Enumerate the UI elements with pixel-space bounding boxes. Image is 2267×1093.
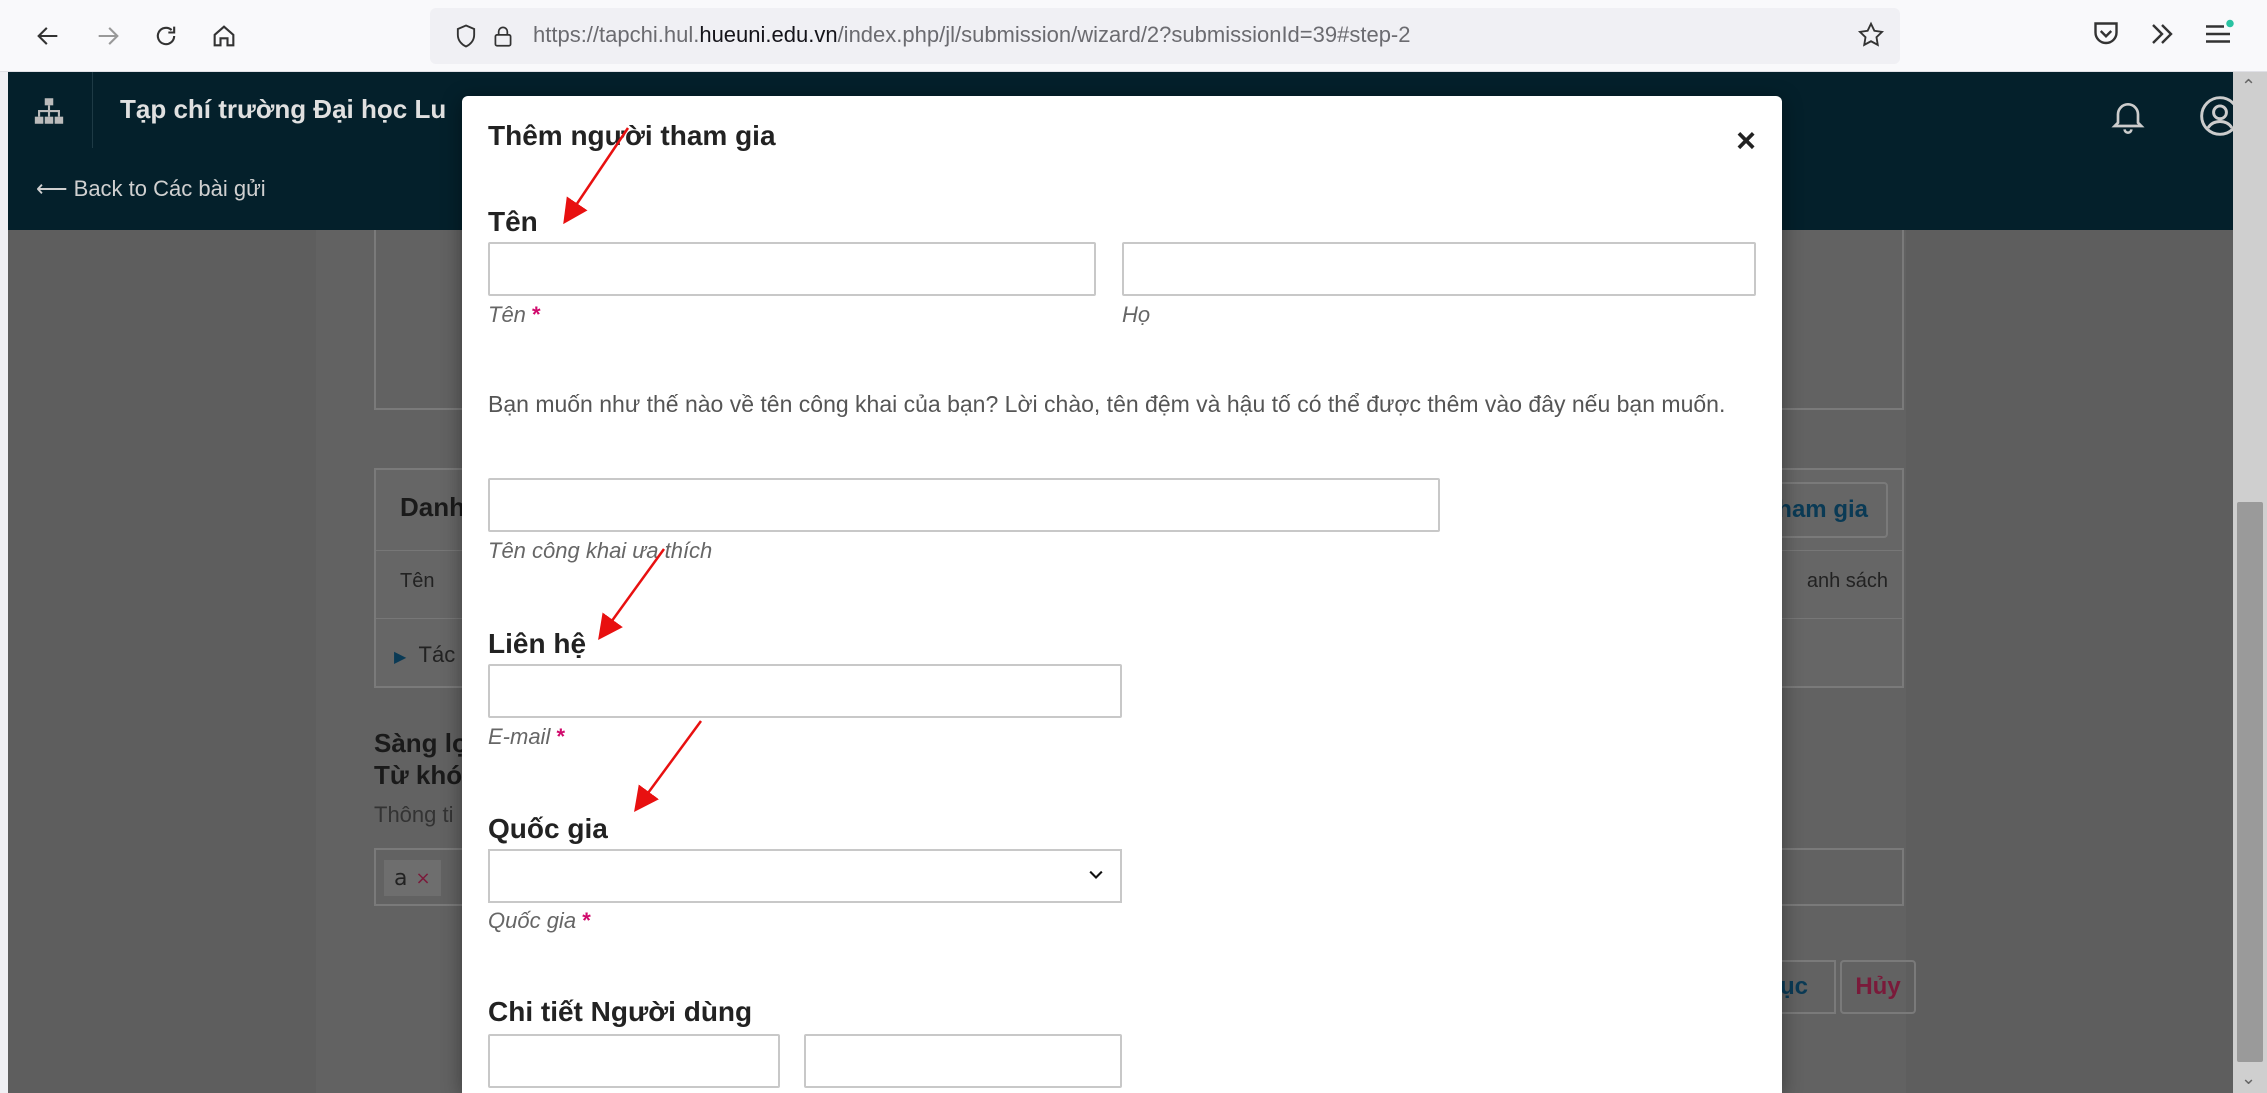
preferred-name-help: Tên công khai ưa thích bbox=[488, 538, 713, 563]
preferred-public-name-input[interactable] bbox=[488, 478, 1440, 532]
reload-icon[interactable] bbox=[146, 16, 186, 56]
url-text: https://tapchi.hul.hueuni.edu.vn/index.p… bbox=[533, 22, 1411, 47]
keyword-tag: a × bbox=[384, 860, 441, 896]
continue-button[interactable]: ục bbox=[1776, 960, 1836, 1014]
family-name-help: Họ bbox=[1122, 302, 1151, 327]
keywords-heading: Từ khó bbox=[374, 760, 463, 790]
header-divider bbox=[92, 72, 93, 148]
scroll-up-icon[interactable]: ⌃ bbox=[2241, 76, 2256, 97]
name-section-label: Tên bbox=[488, 206, 538, 237]
menu-icon[interactable] bbox=[2200, 16, 2236, 52]
journal-title[interactable]: Tạp chí trường Đại học Lu bbox=[120, 94, 446, 125]
user-avatar-icon[interactable] bbox=[2198, 94, 2233, 138]
add-contributor-modal: Thêm người tham gia × Tên Tên * Họ Bạn m… bbox=[462, 96, 1782, 1093]
scroll-thumb[interactable] bbox=[2237, 502, 2263, 1062]
cancel-button[interactable]: Hủy bbox=[1840, 960, 1916, 1014]
user-details-section-label: Chi tiết Người dùng bbox=[488, 996, 753, 1027]
sitemap-icon[interactable] bbox=[32, 94, 66, 128]
caret-right-icon[interactable]: ▶ bbox=[394, 649, 406, 666]
back-arrow-icon[interactable] bbox=[28, 16, 68, 56]
close-icon[interactable]: × bbox=[1736, 124, 1756, 158]
email-input[interactable] bbox=[488, 664, 1122, 718]
chevron-down-icon bbox=[1089, 870, 1103, 879]
home-icon[interactable] bbox=[204, 16, 244, 56]
contributor-row[interactable]: ▶ Tác bbox=[394, 642, 455, 668]
filter-heading: Sàng lọ bbox=[374, 728, 468, 758]
page-scrollbar[interactable]: ⌃ ⌄ bbox=[2233, 72, 2267, 1093]
user-detail-input-1[interactable] bbox=[488, 1034, 780, 1088]
pocket-icon[interactable] bbox=[2088, 16, 2124, 52]
email-help: E-mail * bbox=[488, 724, 566, 749]
given-name-input[interactable] bbox=[488, 242, 1096, 296]
remove-tag-icon[interactable]: × bbox=[415, 868, 430, 889]
user-detail-input-2[interactable] bbox=[804, 1034, 1122, 1088]
bell-icon[interactable] bbox=[2108, 94, 2148, 138]
shield-icon[interactable] bbox=[452, 22, 480, 50]
forward-arrow-icon[interactable] bbox=[88, 16, 128, 56]
modal-title: Thêm người tham gia bbox=[488, 120, 776, 151]
country-section-label: Quốc gia bbox=[488, 813, 608, 844]
lock-icon[interactable] bbox=[490, 22, 516, 50]
country-select[interactable] bbox=[488, 849, 1122, 903]
keywords-info: Thông ti bbox=[374, 802, 454, 827]
column-header-name: Tên bbox=[400, 570, 435, 592]
overflow-chevron-icon[interactable] bbox=[2144, 16, 2180, 52]
given-name-help: Tên * bbox=[488, 302, 541, 327]
browser-toolbar: https://tapchi.hul.hueuni.edu.vn/index.p… bbox=[0, 0, 2267, 72]
back-to-submissions-link[interactable]: ⟵ Back to Các bài gửi bbox=[36, 176, 266, 202]
contact-section-label: Liên hệ bbox=[488, 628, 587, 659]
country-help: Quốc gia * bbox=[488, 908, 591, 933]
bookmark-star-icon[interactable] bbox=[1856, 20, 1886, 50]
family-name-input[interactable] bbox=[1122, 242, 1756, 296]
contributors-title: Danh bbox=[400, 492, 465, 522]
address-bar[interactable]: https://tapchi.hul.hueuni.edu.vn/index.p… bbox=[430, 8, 1900, 64]
scroll-down-icon[interactable]: ⌄ bbox=[2241, 1068, 2256, 1089]
column-header-list: anh sách bbox=[1806, 570, 1888, 592]
preferred-name-description: Bạn muốn như thế nào về tên công khai củ… bbox=[488, 391, 1726, 417]
